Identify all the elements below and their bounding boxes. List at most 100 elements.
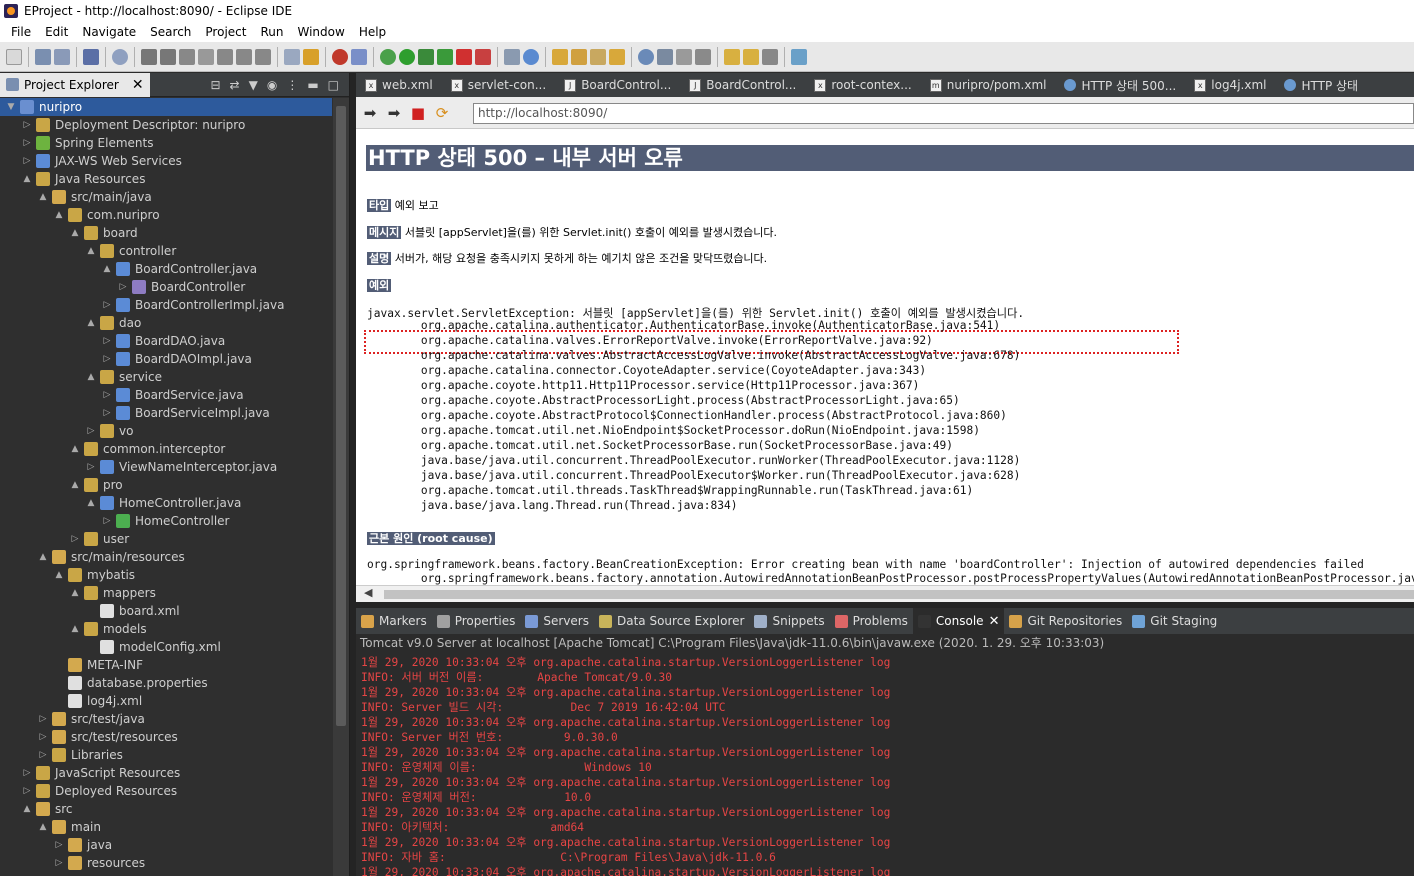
tree-node[interactable]: META-INF	[0, 656, 143, 674]
close-icon[interactable]: ✕	[132, 77, 144, 93]
collapse-arrow-icon[interactable]: ▲	[54, 210, 64, 220]
tab-servlet-context[interactable]: x servlet-con...	[442, 73, 555, 97]
expand-arrow-icon[interactable]: ▷	[102, 354, 112, 364]
stop-icon[interactable]: ■	[410, 104, 426, 122]
forward-arrow-icon[interactable]	[762, 48, 778, 65]
collapse-arrow-icon[interactable]: ▲	[86, 372, 96, 382]
expand-arrow-icon[interactable]: ▷	[54, 858, 64, 868]
collapse-arrow-icon[interactable]: ▲	[70, 228, 80, 238]
tab-log4j-xml[interactable]: x log4j.xml	[1185, 73, 1275, 97]
tab-board-controller-impl[interactable]: J BoardControl...	[680, 73, 805, 97]
tree-node[interactable]: ▲ service	[0, 368, 162, 386]
expand-arrow-icon[interactable]: ▷	[22, 768, 32, 778]
expand-arrow-icon[interactable]: ▷	[38, 714, 48, 724]
tree-node[interactable]: ▲ com.nuripro	[0, 206, 160, 224]
tree-node[interactable]: ▷ Deployment Descriptor: nuripro	[0, 116, 245, 134]
collapse-arrow-icon[interactable]: ▲	[38, 552, 48, 562]
open-folder-icon[interactable]	[571, 48, 587, 65]
search-icon[interactable]	[657, 48, 673, 65]
collapse-arrow-icon[interactable]: ▲	[38, 822, 48, 832]
tree-node[interactable]: ▷ BoardService.java	[0, 386, 244, 404]
tab-git-repositories[interactable]: Git Repositories	[1004, 608, 1127, 634]
expand-arrow-icon[interactable]: ▷	[102, 300, 112, 310]
new-icon[interactable]	[6, 48, 22, 65]
document-icon[interactable]	[676, 48, 692, 65]
tab-root-context[interactable]: x root-contex...	[805, 73, 920, 97]
collapse-arrow-icon[interactable]: ▲	[54, 570, 64, 580]
menu-help[interactable]: Help	[352, 25, 393, 39]
tree-node[interactable]: ▷ BoardDAOImpl.java	[0, 350, 252, 368]
step-over-icon[interactable]	[236, 48, 252, 65]
collapse-arrow-icon[interactable]: ▲	[38, 192, 48, 202]
tree-node[interactable]: ▷ Spring Elements	[0, 134, 153, 152]
tab-http-status[interactable]: HTTP 상태	[1275, 73, 1367, 97]
menu-file[interactable]: File	[4, 25, 38, 39]
tree-node[interactable]: ▲ src	[0, 800, 73, 818]
menu-window[interactable]: Window	[290, 25, 351, 39]
new-java-project-icon[interactable]	[504, 48, 520, 65]
tree-node[interactable]: ▷ user	[0, 530, 129, 548]
tree-node[interactable]: ▷ Libraries	[0, 746, 123, 764]
menu-run[interactable]: Run	[253, 25, 290, 39]
collapse-arrow-icon[interactable]: ▲	[70, 480, 80, 490]
expand-arrow-icon[interactable]: ▷	[102, 336, 112, 346]
open-task-icon[interactable]	[303, 48, 319, 65]
tree-node[interactable]: board.xml	[0, 602, 180, 620]
tree-node[interactable]: ▲ BoardController.java	[0, 260, 257, 278]
suspend-icon[interactable]	[160, 48, 176, 65]
skip-breakpoints-icon[interactable]	[112, 48, 128, 65]
tab-console[interactable]: Console ✕	[912, 608, 1005, 634]
expand-arrow-icon[interactable]: ▷	[70, 534, 80, 544]
tree-node[interactable]: database.properties	[0, 674, 208, 692]
annotation-icon[interactable]	[695, 48, 711, 65]
collapse-arrow-icon[interactable]: ▼	[6, 102, 16, 112]
back-arrow-icon[interactable]	[743, 48, 759, 65]
link-with-editor-icon[interactable]: ⇄	[230, 78, 240, 92]
expand-arrow-icon[interactable]: ▷	[38, 732, 48, 742]
tree-node[interactable]: ▷ BoardController	[0, 278, 245, 296]
perspective-icon[interactable]	[791, 48, 807, 65]
url-field[interactable]: http://localhost:8090/	[473, 103, 1414, 124]
tab-snippets[interactable]: Snippets	[749, 608, 829, 634]
tree-node[interactable]: ▷ vo	[0, 422, 133, 440]
stop-server-icon[interactable]	[456, 48, 472, 65]
tree-node[interactable]: ▷ BoardControllerImpl.java	[0, 296, 284, 314]
step-into-icon[interactable]	[217, 48, 233, 65]
collapse-arrow-icon[interactable]: ▲	[70, 444, 80, 454]
tab-web-xml[interactable]: x web.xml	[356, 73, 442, 97]
spring-boot-dashboard-icon[interactable]	[332, 48, 348, 65]
expand-arrow-icon[interactable]: ▷	[102, 408, 112, 418]
publish-icon[interactable]	[475, 48, 491, 65]
tree-node[interactable]: ▷ src/test/java	[0, 710, 145, 728]
expand-arrow-icon[interactable]: ▷	[22, 138, 32, 148]
refresh-icon[interactable]: ⟳	[434, 104, 450, 122]
tree-node[interactable]: ▷ JavaScript Resources	[0, 764, 180, 782]
last-edit-location-icon[interactable]	[724, 48, 740, 65]
scroll-left-icon[interactable]: ◀	[364, 586, 372, 599]
tab-project-explorer[interactable]: Project Explorer ✕	[0, 72, 150, 97]
expand-arrow-icon[interactable]: ▷	[54, 840, 64, 850]
save-all-icon[interactable]	[54, 48, 70, 65]
menu-edit[interactable]: Edit	[38, 25, 75, 39]
tree-node[interactable]: ▷ java	[0, 836, 112, 854]
tree-node[interactable]: ▲ src/main/java	[0, 188, 152, 206]
terminal-icon[interactable]	[83, 48, 99, 65]
run-coverage-icon[interactable]	[418, 48, 434, 65]
tab-git-staging[interactable]: Git Staging	[1127, 608, 1222, 634]
collapse-arrow-icon[interactable]: ▲	[22, 804, 32, 814]
tree-node[interactable]: ▲ mybatis	[0, 566, 135, 584]
maximize-icon[interactable]: □	[328, 78, 339, 92]
tree-node[interactable]: ▷ src/test/resources	[0, 728, 178, 746]
save-icon[interactable]	[35, 48, 51, 65]
collapse-arrow-icon[interactable]: ▲	[22, 174, 32, 184]
expand-arrow-icon[interactable]: ▷	[22, 786, 32, 796]
tab-servers[interactable]: Servers	[520, 608, 594, 634]
tree-node[interactable]: ▲ dao	[0, 314, 141, 332]
tree-node[interactable]: ▷ BoardServiceImpl.java	[0, 404, 270, 422]
tree-scrollbar[interactable]	[333, 98, 349, 876]
step-return-icon[interactable]	[255, 48, 271, 65]
resume-icon[interactable]	[141, 48, 157, 65]
open-type-icon[interactable]	[552, 48, 568, 65]
expand-arrow-icon[interactable]: ▷	[102, 516, 112, 526]
tree-node[interactable]: log4j.xml	[0, 692, 142, 710]
